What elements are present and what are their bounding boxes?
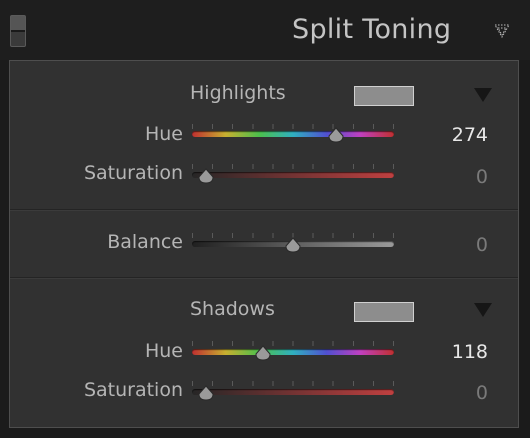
highlights-saturation-ticks [192, 164, 394, 169]
balance-label: Balance [107, 231, 183, 253]
highlights-heading: Highlights [190, 82, 286, 104]
panel-toggle-icon[interactable] [10, 15, 26, 47]
balance-value[interactable]: 0 [408, 234, 488, 256]
highlights-saturation-slider-thumb[interactable] [196, 168, 216, 184]
split-toning-panel: Highlights Hue 274 Saturation 0 Balance … [9, 60, 519, 428]
shadows-saturation-label: Saturation [83, 379, 183, 401]
panel-header: Split Toning [0, 0, 530, 60]
highlights-hue-slider-thumb[interactable] [326, 127, 346, 143]
shadows-saturation-value[interactable]: 0 [408, 382, 488, 404]
shadows-heading: Shadows [190, 298, 275, 320]
shadows-hue-slider-thumb[interactable] [253, 345, 273, 361]
highlights-hue-slider-track[interactable] [192, 131, 394, 137]
collapse-triangle-icon[interactable] [494, 24, 510, 40]
shadows-saturation-slider-track[interactable] [192, 389, 394, 395]
highlights-saturation-label: Saturation [83, 162, 183, 184]
highlights-saturation-slider-track[interactable] [192, 172, 394, 178]
highlights-hue-ticks [192, 124, 394, 129]
highlights-hue-label: Hue [144, 123, 183, 145]
shadows-hue-slider-track[interactable] [192, 349, 394, 355]
shadows-color-swatch[interactable] [354, 302, 414, 322]
panel-title[interactable]: Split Toning [292, 14, 451, 45]
highlights-disclosure-icon[interactable] [474, 88, 492, 102]
shadows-disclosure-icon[interactable] [474, 303, 492, 317]
shadows-hue-value[interactable]: 118 [408, 341, 488, 363]
highlights-hue-value[interactable]: 274 [408, 124, 488, 146]
section-divider [10, 209, 518, 211]
shadows-hue-label: Hue [144, 340, 183, 362]
shadows-hue-ticks [192, 341, 394, 346]
section-divider [10, 277, 518, 279]
highlights-color-swatch[interactable] [354, 86, 414, 106]
shadows-saturation-slider-thumb[interactable] [196, 385, 216, 401]
highlights-saturation-value[interactable]: 0 [408, 166, 488, 188]
balance-slider-thumb[interactable] [283, 237, 303, 253]
shadows-saturation-ticks [192, 381, 394, 386]
